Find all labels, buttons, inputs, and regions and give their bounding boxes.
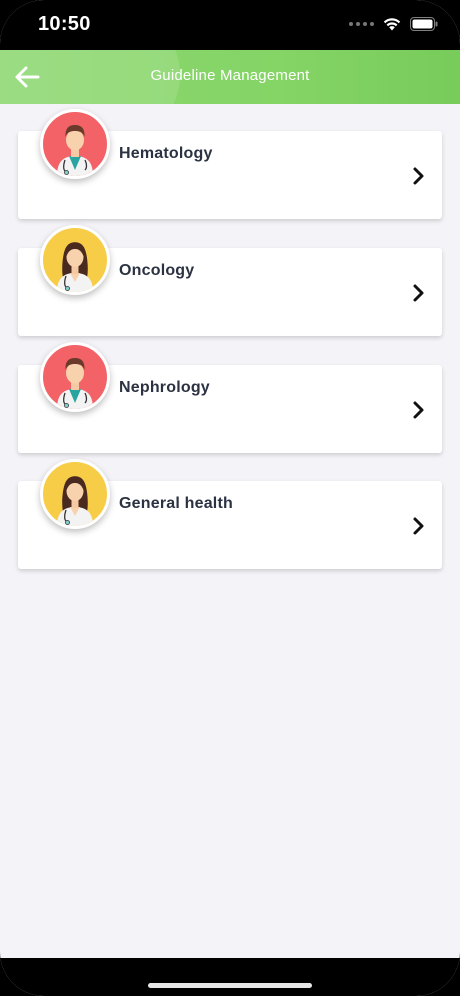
male-doctor-avatar xyxy=(40,109,110,179)
chevron-right-icon xyxy=(413,167,424,185)
bottom-bar xyxy=(0,958,460,996)
status-time: 10:50 xyxy=(38,13,91,35)
male-doctor-avatar xyxy=(40,342,110,412)
list-item-label: Oncology xyxy=(119,262,195,279)
home-indicator[interactable] xyxy=(148,983,312,988)
app-screen: 10:50 Guideline Management Hematology On… xyxy=(0,0,460,996)
list-item-label: Nephrology xyxy=(119,379,210,396)
battery-icon xyxy=(410,16,438,31)
chevron-right-icon xyxy=(413,284,424,302)
app-header: Guideline Management xyxy=(0,50,460,104)
signal-dots-icon xyxy=(349,21,374,26)
list-item-label: General health xyxy=(119,495,233,512)
female-doctor-avatar xyxy=(40,225,110,295)
page-title: Guideline Management xyxy=(150,67,310,84)
female-doctor-avatar xyxy=(40,459,110,529)
phone-frame: 10:50 Guideline Management Hematology On… xyxy=(0,0,460,996)
list-item-label: Hematology xyxy=(119,145,213,162)
chevron-right-icon xyxy=(413,517,424,535)
status-icons xyxy=(349,16,438,31)
wifi-icon xyxy=(383,18,401,31)
notch xyxy=(114,0,346,34)
status-bar: 10:50 xyxy=(0,0,460,50)
chevron-right-icon xyxy=(413,401,424,419)
